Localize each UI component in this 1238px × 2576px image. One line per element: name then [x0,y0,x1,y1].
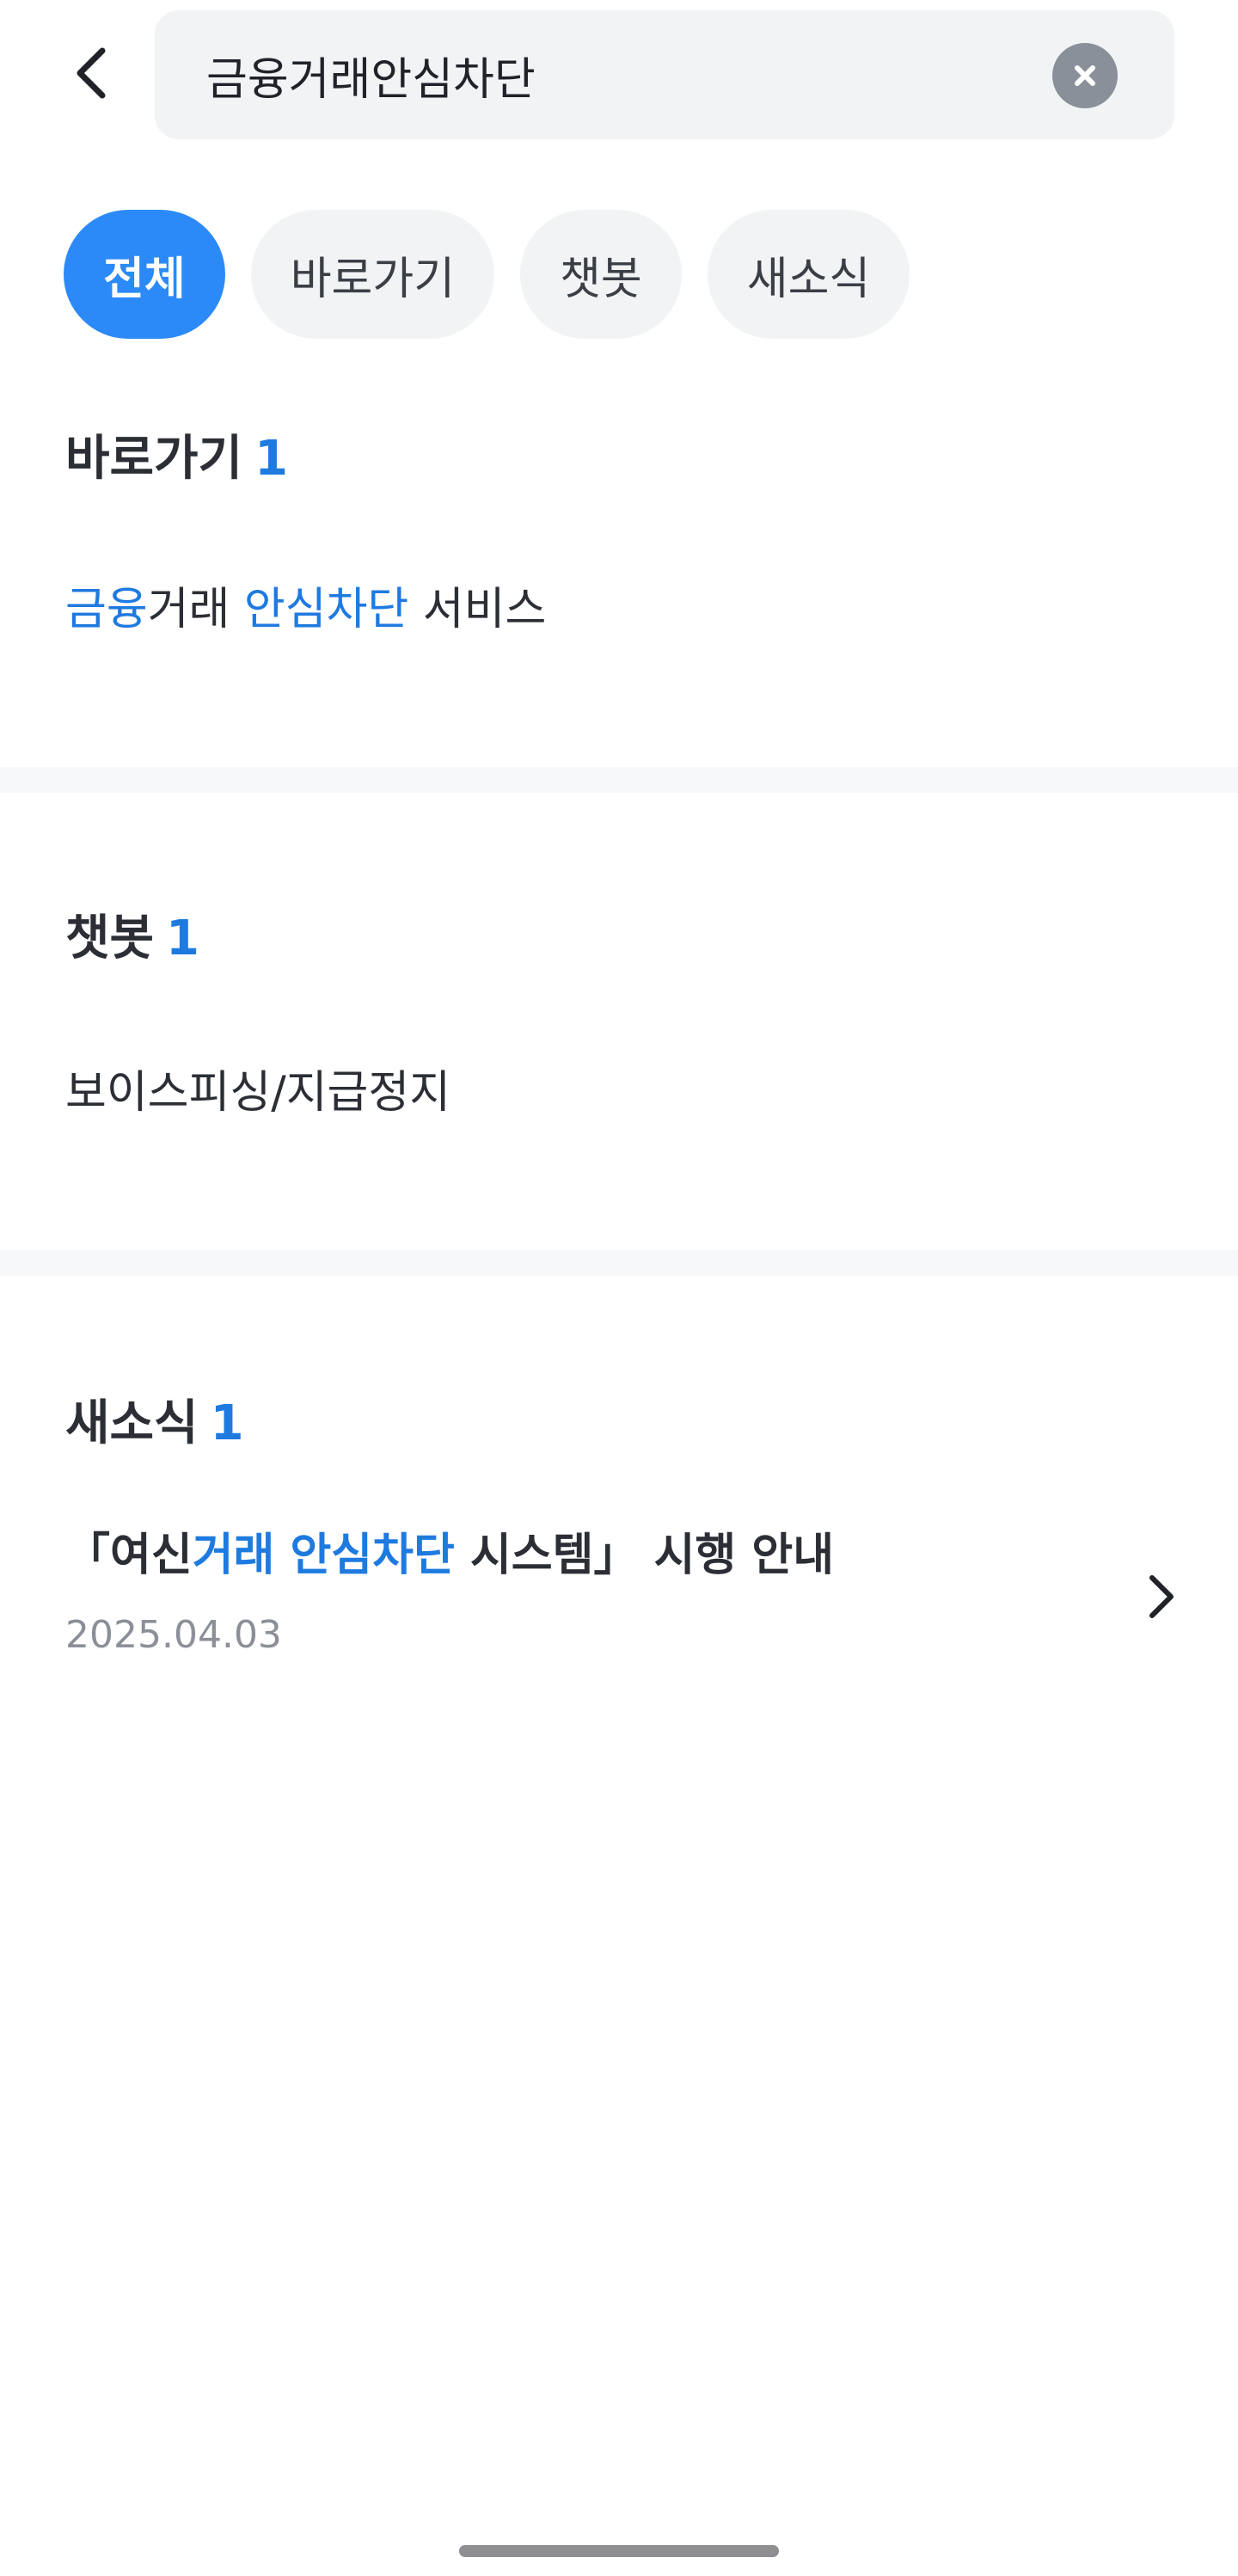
shortcuts-section-title: 바로가기 1 [65,420,288,489]
news-title-part: 시스템」 시행 안내 [454,1530,835,1581]
news-item-title: 「여신거래 안심차단 시스템」 시행 안내 [65,1518,834,1583]
back-button[interactable] [52,34,129,112]
filter-chip-shortcuts[interactable]: 바로가기 [250,210,495,339]
news-item-date: 2025.04.03 [65,1613,282,1657]
result-text: 서비스 [408,584,547,635]
section-divider [0,767,1238,793]
chatbot-result-item[interactable]: 보이스피싱/지급정지 [65,1056,450,1120]
shortcut-result-item[interactable]: 금융거래 안심차단 서비스 [65,573,546,637]
clear-search-button[interactable] [1052,43,1118,108]
chatbot-section-title: 챗봇 1 [65,899,199,969]
shortcuts-title-text: 바로가기 [65,431,243,487]
news-list-item[interactable]: 「여신거래 안심차단 시스템」 시행 안내 2025.04.03 [0,1518,1238,1673]
chevron-left-icon [77,47,106,99]
filter-chip-all[interactable]: 전체 [64,210,225,339]
search-header [0,0,1238,160]
chevron-right-icon [1140,1567,1183,1627]
news-title-highlight: 거래 안심차단 [192,1530,455,1581]
result-text: 거래 [147,584,244,635]
news-title-text: 새소식 [65,1395,199,1451]
close-icon [1075,65,1095,86]
chatbot-count: 1 [166,911,200,966]
section-divider [0,1250,1238,1276]
result-highlight: 금융 [65,584,148,635]
filter-chips: 전체 바로가기 챗봇 새소식 [64,210,910,339]
result-highlight: 안심차단 [243,584,409,635]
news-section-title: 새소식 1 [65,1384,244,1454]
shortcuts-count: 1 [254,431,289,487]
search-box [155,10,1174,139]
news-title-part: 「여신 [65,1530,193,1581]
chatbot-title-text: 챗봇 [65,911,155,966]
filter-chip-news[interactable]: 새소식 [707,210,910,339]
search-input[interactable] [206,10,1066,139]
news-count: 1 [210,1395,244,1451]
filter-chip-chatbot[interactable]: 챗봇 [520,210,682,339]
home-indicator [459,2545,779,2557]
